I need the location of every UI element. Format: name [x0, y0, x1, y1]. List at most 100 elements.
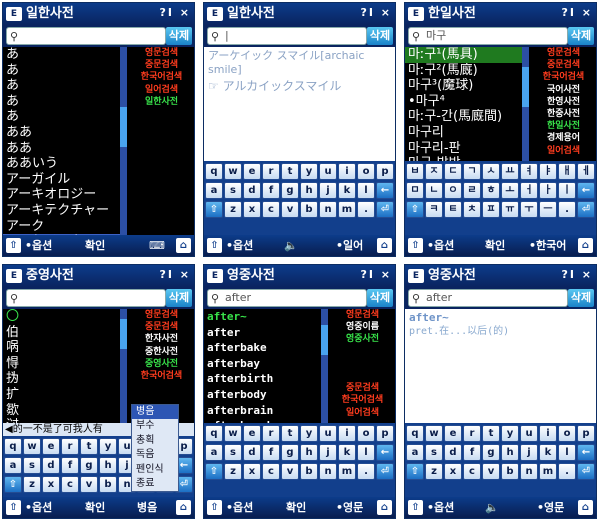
language-softkey[interactable]: •일어 [336, 238, 363, 253]
keyboard-icon[interactable]: ⌨ [149, 238, 165, 253]
key-0-7[interactable]: i [338, 163, 356, 180]
key-0-1[interactable]: w [23, 438, 41, 455]
key-2-5[interactable]: b [99, 476, 117, 493]
word-list[interactable]: 마ː구¹(馬具) 마ː구²(馬廐) 마구³(魔球) •마구⁴ 마ː구-간(馬廐間) 마구리… [405, 47, 522, 161]
key-2-0[interactable]: ⇧ [4, 476, 22, 493]
menu-item[interactable] [328, 358, 395, 370]
title-bar-icons[interactable]: ?I × [360, 268, 392, 281]
menu-item[interactable] [328, 370, 395, 382]
scrollbar-thumb[interactable] [321, 325, 328, 355]
search-input[interactable]: ⚲ after [207, 289, 367, 307]
key-0-8[interactable]: o [357, 425, 375, 442]
key-1-1[interactable]: s [224, 444, 242, 461]
delete-button[interactable]: 삭제 [166, 27, 192, 45]
list-item[interactable]: afterbake [204, 340, 321, 356]
list-item[interactable]: 㧑 [3, 371, 120, 387]
delete-button[interactable]: 삭제 [166, 289, 192, 307]
list-item[interactable]: afterbody [204, 387, 321, 403]
key-0-0[interactable]: q [205, 163, 223, 180]
key-2-3[interactable]: c [262, 201, 280, 218]
key-0-5[interactable]: ㅛ [501, 163, 519, 180]
delete-button[interactable]: 삭제 [568, 289, 594, 307]
key-0-2[interactable]: ㄷ [444, 163, 462, 180]
key-2-2[interactable]: x [444, 463, 462, 480]
search-input[interactable]: ⚲ 마구 [408, 27, 568, 45]
menu-item[interactable]: 중영사전 [127, 358, 194, 370]
language-softkey[interactable]: •영문 [336, 500, 363, 515]
shift-icon[interactable]: ⇧ [6, 500, 21, 515]
key-2-6[interactable]: ㅜ [520, 201, 538, 218]
key-0-3[interactable]: r [262, 163, 280, 180]
input-mode-softkey[interactable]: 병음 [137, 500, 157, 515]
key-1-4[interactable]: ㅎ [482, 182, 500, 199]
list-item[interactable]: •마구⁴ [405, 94, 522, 110]
menu-item[interactable]: 중문검색 [529, 59, 596, 71]
key-0-9[interactable]: p [376, 425, 394, 442]
search-input[interactable]: ⚲ [6, 27, 166, 45]
list-item[interactable]: afterbirth [204, 371, 321, 387]
key-2-5[interactable]: b [501, 463, 519, 480]
key-2-2[interactable]: ㅌ [444, 201, 462, 218]
key-1-8[interactable]: l [558, 444, 576, 461]
list-item[interactable]: あ [3, 63, 120, 79]
key-0-2[interactable]: e [42, 438, 60, 455]
key-0-5[interactable]: y [99, 438, 117, 455]
delete-button[interactable]: 삭제 [367, 27, 393, 45]
key-0-6[interactable]: u [319, 425, 337, 442]
menu-item[interactable]: 중문검색 [127, 59, 194, 71]
speaker-icon[interactable]: 🔈 [485, 500, 499, 515]
list-item[interactable]: after~ [204, 309, 321, 325]
key-1-2[interactable]: ㅇ [444, 182, 462, 199]
key-2-4[interactable]: v [80, 476, 98, 493]
key-1-0[interactable]: a [4, 457, 22, 474]
home-icon[interactable]: ⌂ [176, 500, 191, 515]
menu-item[interactable]: 일어검색 [529, 145, 596, 157]
key-2-2[interactable]: x [243, 463, 261, 480]
key-0-4[interactable]: ㅅ [482, 163, 500, 180]
key-1-4[interactable]: g [80, 457, 98, 474]
key-0-6[interactable]: ㅕ [520, 163, 538, 180]
key-2-3[interactable]: c [262, 463, 280, 480]
key-0-4[interactable]: t [281, 425, 299, 442]
options-softkey[interactable]: •옵션 [25, 238, 52, 253]
home-icon[interactable]: ⌂ [377, 238, 392, 253]
language-softkey[interactable]: •영문 [537, 500, 564, 515]
key-0-8[interactable]: o [357, 163, 375, 180]
scrollbar[interactable] [120, 47, 127, 237]
word-list[interactable]: 〇伯㖞㥂㧑扩㱀㳡 [3, 309, 120, 423]
confirm-softkey[interactable]: 확인 [85, 238, 105, 253]
key-2-9[interactable]: ⏎ [577, 463, 595, 480]
key-1-9[interactable]: ← [577, 444, 595, 461]
key-2-1[interactable]: z [425, 463, 443, 480]
home-icon[interactable]: ⌂ [578, 500, 593, 515]
key-1-5[interactable]: ㅗ [501, 182, 519, 199]
key-1-3[interactable]: f [61, 457, 79, 474]
key-2-9[interactable]: ⏎ [376, 463, 394, 480]
title-bar-icons[interactable]: ?I × [561, 6, 593, 19]
key-1-3[interactable]: f [262, 182, 280, 199]
key-1-4[interactable]: g [281, 182, 299, 199]
key-1-2[interactable]: d [243, 182, 261, 199]
key-2-6[interactable]: n [319, 463, 337, 480]
key-1-7[interactable]: ㅏ [539, 182, 557, 199]
key-2-0[interactable]: ⇧ [406, 463, 424, 480]
list-item[interactable]: 마ː구²(馬廐) [405, 63, 522, 79]
confirm-softkey[interactable]: 확인 [286, 500, 306, 515]
key-1-5[interactable]: h [501, 444, 519, 461]
key-1-7[interactable]: k [338, 444, 356, 461]
menu-item[interactable]: 중한사전 [127, 346, 194, 358]
key-2-7[interactable]: m [338, 201, 356, 218]
list-item[interactable]: あ [3, 78, 120, 94]
key-0-5[interactable]: y [501, 425, 519, 442]
key-2-8[interactable]: . [357, 463, 375, 480]
title-bar-icons[interactable]: ?I × [561, 268, 593, 281]
key-2-9[interactable]: ⏎ [376, 201, 394, 218]
word-list[interactable]: after~ after afterbake afterbay afterbirth af… [204, 309, 321, 423]
menu-item[interactable]: 한국어검색 [127, 71, 194, 83]
shift-icon[interactable]: ⇧ [207, 238, 222, 253]
key-0-0[interactable]: q [205, 425, 223, 442]
key-0-3[interactable]: r [61, 438, 79, 455]
key-1-6[interactable]: ㅓ [520, 182, 538, 199]
menu-item[interactable]: 경제용어 [529, 132, 596, 144]
key-1-1[interactable]: ㄴ [425, 182, 443, 199]
